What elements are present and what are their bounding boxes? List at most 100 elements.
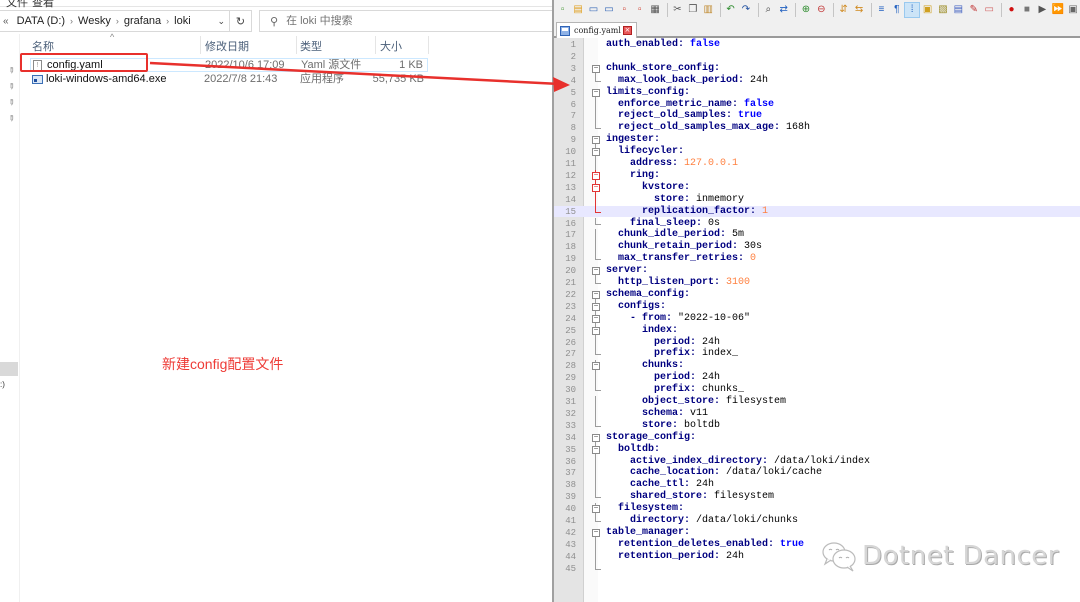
udl-icon[interactable]: ▣ bbox=[921, 3, 934, 17]
column-header-type[interactable]: 类型 bbox=[300, 36, 322, 56]
redo-icon[interactable]: ↷ bbox=[739, 3, 752, 17]
column-divider[interactable] bbox=[375, 36, 376, 54]
code-line[interactable]: 24 − - from: "2022-10-06" bbox=[554, 312, 1080, 325]
code-line[interactable]: 15 replication_factor: 1 bbox=[554, 205, 1080, 218]
sync-vertical-icon[interactable]: ⇵ bbox=[837, 3, 850, 17]
fold-toggle-icon[interactable]: − bbox=[592, 267, 600, 276]
fold-toggle-icon[interactable]: − bbox=[592, 362, 600, 371]
code-line[interactable]: 34 − storage_config: bbox=[554, 432, 1080, 444]
pin-icon[interactable]: ✎ bbox=[6, 65, 17, 76]
code-line[interactable]: 32 schema: v11 bbox=[554, 407, 1080, 420]
save-macro-icon[interactable]: ▣ bbox=[1066, 3, 1079, 17]
code-line[interactable]: 38 cache_ttl: 24h bbox=[554, 479, 1080, 492]
copy-icon[interactable]: ❐ bbox=[686, 3, 699, 17]
chevron-right-icon[interactable]: › bbox=[116, 16, 119, 26]
code-line[interactable]: 20 − server: bbox=[554, 265, 1080, 278]
paste-icon[interactable]: ▥ bbox=[702, 3, 715, 17]
breadcrumb-item-wesky[interactable]: Wesky bbox=[78, 15, 111, 27]
chevron-right-icon[interactable]: › bbox=[166, 16, 169, 26]
folder-workspace-icon[interactable]: ✎ bbox=[967, 3, 980, 17]
fold-toggle-icon[interactable]: − bbox=[592, 314, 600, 323]
fold-toggle-icon[interactable]: − bbox=[592, 148, 600, 157]
code-line[interactable]: 39 shared_store: filesystem bbox=[554, 491, 1080, 503]
code-line[interactable]: 9 − ingester: bbox=[554, 134, 1080, 147]
fold-toggle-icon[interactable]: − bbox=[592, 290, 600, 299]
code-line[interactable]: 29 period: 24h bbox=[554, 372, 1080, 385]
code-line[interactable]: 6 enforce_metric_name: false bbox=[554, 98, 1080, 111]
undo-icon[interactable]: ↶ bbox=[724, 3, 737, 17]
column-header-size[interactable]: 大小 bbox=[380, 36, 402, 56]
code-line[interactable]: 12 − ring: bbox=[554, 169, 1080, 182]
code-line[interactable]: 3 − chunk_store_config: bbox=[554, 63, 1080, 75]
fold-toggle-icon[interactable]: − bbox=[592, 433, 600, 442]
code-line[interactable]: 16 final_sleep: 0s bbox=[554, 217, 1080, 230]
code-editor[interactable]: 1 auth_enabled: false 2 3− chunk_store_confi… bbox=[554, 38, 1080, 602]
code-line[interactable]: 19 max_transfer_retries: 0 bbox=[554, 253, 1080, 265]
breadcrumb-overflow[interactable]: « bbox=[3, 16, 9, 27]
code-line[interactable]: 40 − filesystem: bbox=[554, 503, 1080, 516]
fold-toggle-icon[interactable]: − bbox=[592, 302, 600, 311]
doc-map-icon[interactable]: ▧ bbox=[936, 3, 949, 17]
new-file-icon[interactable]: ▫ bbox=[556, 3, 569, 17]
fold-toggle-icon[interactable]: − bbox=[592, 171, 600, 180]
monitor-icon[interactable]: ▭ bbox=[983, 3, 996, 17]
fold-toggle-icon[interactable]: − bbox=[592, 326, 600, 335]
stop-record-icon[interactable]: ■ bbox=[1020, 3, 1033, 17]
breadcrumb-item-loki[interactable]: loki bbox=[174, 15, 191, 27]
code-line[interactable]: 5 − limits_config: bbox=[554, 87, 1080, 99]
fold-toggle-icon[interactable]: − bbox=[592, 528, 600, 537]
record-macro-icon[interactable]: ● bbox=[1005, 3, 1018, 17]
code-line[interactable]: 25 − index: bbox=[554, 324, 1080, 337]
code-line[interactable]: 28 − chunks: bbox=[554, 360, 1080, 373]
word-wrap-icon[interactable]: ≡ bbox=[875, 3, 888, 17]
fold-toggle-icon[interactable]: − bbox=[592, 136, 600, 145]
open-file-icon[interactable]: ▤ bbox=[571, 3, 584, 17]
code-line[interactable]: 17 chunk_idle_period: 5m bbox=[554, 229, 1080, 242]
nav-item-label[interactable]: :) bbox=[0, 380, 5, 389]
close-icon[interactable]: ▫ bbox=[618, 3, 631, 17]
save-icon[interactable]: ▭ bbox=[587, 3, 600, 17]
sync-horizontal-icon[interactable]: ⇆ bbox=[852, 3, 865, 17]
search-input[interactable] bbox=[286, 15, 527, 27]
code-line[interactable]: 37 cache_location: /data/loki/cache bbox=[554, 467, 1080, 480]
save-all-icon[interactable]: ▭ bbox=[602, 3, 615, 17]
fold-toggle-icon[interactable]: − bbox=[592, 64, 600, 73]
ribbon-tab-file[interactable]: 文件 bbox=[6, 0, 28, 10]
code-line[interactable]: 7 reject_old_samples: true bbox=[554, 110, 1080, 123]
play-macro-icon[interactable]: ▶ bbox=[1036, 3, 1049, 17]
code-line[interactable]: 13 − kvstore: bbox=[554, 181, 1080, 194]
file-row[interactable]: loki-windows-amd64.exe 2022/7/8 21:43 应用… bbox=[30, 73, 428, 87]
breadcrumb-item-grafana[interactable]: grafana bbox=[124, 15, 161, 27]
function-list-icon[interactable]: ▤ bbox=[952, 3, 965, 17]
column-divider[interactable] bbox=[428, 36, 429, 54]
column-header-date[interactable]: 修改日期 bbox=[205, 36, 249, 56]
fold-toggle-icon[interactable]: − bbox=[592, 88, 600, 97]
code-line[interactable]: 21 http_listen_port: 3100 bbox=[554, 277, 1080, 289]
code-line[interactable]: 33 store: boltdb bbox=[554, 419, 1080, 432]
code-line[interactable]: 10 − lifecycler: bbox=[554, 146, 1080, 159]
print-icon[interactable]: ▦ bbox=[648, 3, 661, 17]
show-all-chars-icon[interactable]: ¶ bbox=[890, 3, 903, 17]
column-divider[interactable] bbox=[296, 36, 297, 54]
code-line[interactable]: 31 object_store: filesystem bbox=[554, 396, 1080, 408]
code-line[interactable]: 42 − table_manager: bbox=[554, 527, 1080, 539]
code-line[interactable]: 2 bbox=[554, 51, 1080, 63]
nav-item-selected[interactable] bbox=[0, 362, 18, 376]
ribbon-tab-view[interactable]: 查看 bbox=[32, 0, 54, 10]
code-line[interactable]: 14 store: inmemory bbox=[554, 193, 1080, 206]
address-history-chevron-down-icon[interactable]: ⌄ bbox=[217, 16, 225, 27]
code-line[interactable]: 22 − schema_config: bbox=[554, 289, 1080, 301]
fold-toggle-icon[interactable]: − bbox=[592, 183, 600, 192]
code-line[interactable]: 36 active_index_directory: /data/loki/ind… bbox=[554, 455, 1080, 468]
replace-icon[interactable]: ⇄ bbox=[777, 3, 790, 17]
address-bar[interactable]: « DATA (D:) › Wesky › grafana › loki ⌄ ↻ bbox=[0, 10, 252, 32]
pin-icon[interactable]: ✎ bbox=[6, 81, 17, 92]
pin-icon[interactable]: ✎ bbox=[6, 97, 17, 108]
tab-config-yaml[interactable]: config.yaml × bbox=[556, 22, 637, 38]
close-all-icon[interactable]: ▫ bbox=[633, 3, 646, 17]
breadcrumb-item-drive[interactable]: DATA (D:) bbox=[17, 15, 65, 27]
find-icon[interactable]: ⌕ bbox=[762, 3, 775, 17]
code-line[interactable]: 1 auth_enabled: false bbox=[554, 39, 1080, 51]
code-line[interactable]: 8 reject_old_samples_max_age: 168h bbox=[554, 122, 1080, 134]
code-line[interactable]: 30 prefix: chunks_ bbox=[554, 384, 1080, 396]
